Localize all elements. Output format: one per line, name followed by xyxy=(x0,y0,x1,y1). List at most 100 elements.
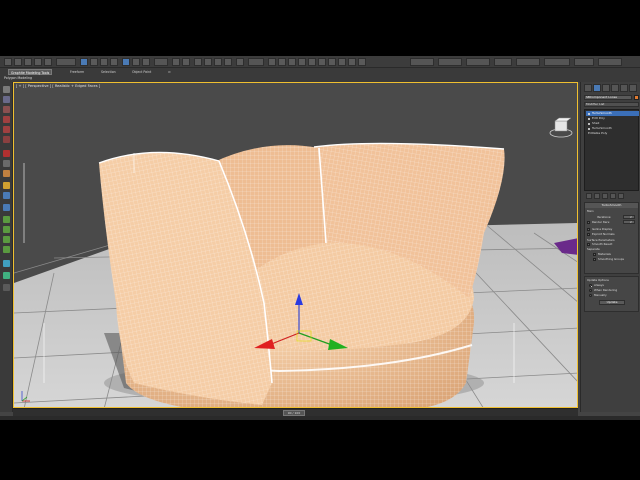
toolbar-drop-6[interactable] xyxy=(544,58,570,66)
redo-icon[interactable] xyxy=(14,58,22,66)
object-name-field[interactable]: SBComponent Loose xyxy=(584,95,632,100)
always-radio[interactable] xyxy=(589,284,592,287)
create-tab-icon[interactable] xyxy=(584,84,592,92)
tool-icon-12[interactable] xyxy=(3,204,10,211)
render-frame-icon[interactable] xyxy=(348,58,356,66)
toolbar-drop-5[interactable] xyxy=(516,58,540,66)
isoline-display-checkbox[interactable] xyxy=(587,228,590,231)
bind-icon[interactable] xyxy=(44,58,52,66)
window-crossing-icon[interactable] xyxy=(110,58,118,66)
region-select-icon[interactable] xyxy=(100,58,108,66)
reference-coord-dropdown[interactable] xyxy=(154,58,168,66)
rotate-icon[interactable] xyxy=(132,58,140,66)
render-setup-icon[interactable] xyxy=(338,58,346,66)
time-slider[interactable]: 90 / 100 xyxy=(13,408,578,416)
tool-icon-19[interactable] xyxy=(3,284,10,291)
materials-checkbox[interactable] xyxy=(593,253,596,256)
toolbar-drop-4[interactable] xyxy=(494,58,512,66)
toolbar-drop-2[interactable] xyxy=(438,58,462,66)
smoothing-groups-checkbox[interactable] xyxy=(593,258,596,261)
iterations-spinner[interactable]: 2 xyxy=(623,215,635,219)
spinner-snap-icon[interactable] xyxy=(224,58,232,66)
tool-icon-3[interactable] xyxy=(3,106,10,113)
selection-filter-dropdown[interactable] xyxy=(56,58,76,66)
pin-stack-icon[interactable] xyxy=(586,193,592,199)
update-button[interactable]: Update xyxy=(599,300,625,305)
render-iters-checkbox[interactable] xyxy=(587,221,590,224)
tool-icon-10[interactable] xyxy=(3,182,10,189)
delete-icon[interactable] xyxy=(3,150,10,157)
smooth-result-checkbox[interactable] xyxy=(587,243,590,246)
viewport-scene[interactable] xyxy=(14,83,578,408)
select-by-name-icon[interactable] xyxy=(90,58,98,66)
modify-tab-icon[interactable] xyxy=(593,84,601,92)
tool-icon-6[interactable] xyxy=(3,136,10,143)
remove-modifier-icon[interactable] xyxy=(610,193,616,199)
angle-snap-icon[interactable] xyxy=(204,58,212,66)
motion-tab-icon[interactable] xyxy=(611,84,619,92)
toolbar-drop-1[interactable] xyxy=(410,58,434,66)
move-icon[interactable] xyxy=(122,58,130,66)
ribbon-options-icon[interactable]: ⊙ xyxy=(166,69,173,75)
align-icon[interactable] xyxy=(278,58,286,66)
unlink-icon[interactable] xyxy=(34,58,42,66)
lightbulb-icon[interactable] xyxy=(588,117,590,120)
render-iters-spinner[interactable]: 2 xyxy=(623,220,635,224)
lightbulb-icon[interactable] xyxy=(588,127,590,130)
manually-radio[interactable] xyxy=(589,294,592,297)
mirror-icon[interactable] xyxy=(268,58,276,66)
tool-icon-8[interactable] xyxy=(3,160,10,167)
render-icon[interactable] xyxy=(358,58,366,66)
edit-named-sel-icon[interactable] xyxy=(236,58,244,66)
configure-sets-icon[interactable] xyxy=(618,193,624,199)
toolbar-drop-7[interactable] xyxy=(574,58,594,66)
tool-icon-18[interactable] xyxy=(3,272,10,279)
tab-freeform[interactable]: Freeform xyxy=(68,69,86,75)
rollout-title[interactable]: TurboSmooth xyxy=(585,203,638,208)
lightbulb-icon[interactable] xyxy=(588,122,590,125)
link-icon[interactable] xyxy=(24,58,32,66)
viewport-label[interactable]: [ + ] [ Perspective ] [ Realistic + Edge… xyxy=(16,84,100,88)
manipulate-icon[interactable] xyxy=(182,58,190,66)
percent-snap-icon[interactable] xyxy=(214,58,222,66)
schematic-view-icon[interactable] xyxy=(318,58,326,66)
display-tab-icon[interactable] xyxy=(620,84,628,92)
tool-icon-2[interactable] xyxy=(3,96,10,103)
tool-icon-14[interactable] xyxy=(3,226,10,233)
material-editor-icon[interactable] xyxy=(328,58,336,66)
tool-icon-16[interactable] xyxy=(3,246,10,253)
layer-manager-icon[interactable] xyxy=(288,58,296,66)
toolbar-drop-8[interactable] xyxy=(598,58,622,66)
tool-icon-4[interactable] xyxy=(3,116,10,123)
explicit-normals-checkbox[interactable] xyxy=(587,233,590,236)
modifier-stack[interactable]: TurboSmooth Edit Poly Shell TurboSmooth … xyxy=(584,109,639,191)
lightbulb-icon[interactable] xyxy=(588,112,590,115)
hierarchy-tab-icon[interactable] xyxy=(602,84,610,92)
tab-object-paint[interactable]: Object Paint xyxy=(130,69,153,75)
tool-icon-1[interactable] xyxy=(3,86,10,93)
perspective-viewport[interactable]: [ + ] [ Perspective ] [ Realistic + Edge… xyxy=(13,82,578,408)
tool-icon-15[interactable] xyxy=(3,236,10,243)
show-end-result-icon[interactable] xyxy=(594,193,600,199)
stack-item-editable-poly[interactable]: Editable Poly xyxy=(586,131,639,136)
utilities-tab-icon[interactable] xyxy=(629,84,637,92)
ribbon-panel-label[interactable]: Polygon Modeling xyxy=(4,75,32,81)
toolbar-drop-3[interactable] xyxy=(466,58,490,66)
tool-icon-9[interactable] xyxy=(3,170,10,177)
snap-toggle-icon[interactable] xyxy=(194,58,202,66)
tool-icon-5[interactable] xyxy=(3,126,10,133)
tool-icon-17[interactable] xyxy=(3,260,10,267)
tool-icon-11[interactable] xyxy=(3,192,10,199)
scale-icon[interactable] xyxy=(142,58,150,66)
modifier-list-dropdown[interactable]: Modifier List xyxy=(584,102,639,107)
named-selection-dropdown[interactable] xyxy=(248,58,264,66)
tab-selection[interactable]: Selection xyxy=(99,69,118,75)
undo-icon[interactable] xyxy=(4,58,12,66)
select-object-icon[interactable] xyxy=(80,58,88,66)
graphite-toggle-icon[interactable] xyxy=(298,58,306,66)
pivot-icon[interactable] xyxy=(172,58,180,66)
make-unique-icon[interactable] xyxy=(602,193,608,199)
object-color-swatch[interactable] xyxy=(634,95,639,100)
when-rendering-radio[interactable] xyxy=(589,289,592,292)
tool-icon-13[interactable] xyxy=(3,216,10,223)
